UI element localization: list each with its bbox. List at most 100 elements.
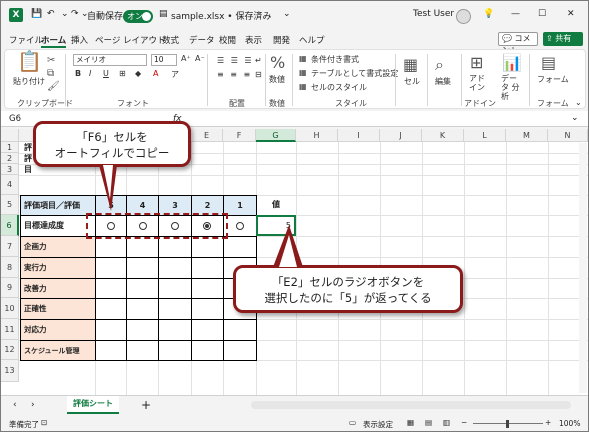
paste-icon[interactable]: 📋 — [17, 51, 42, 71]
align-left-icon[interactable]: ≡ ≡ ≡ — [217, 70, 252, 79]
sheet-tab-bar: ‹ › 評価シート + — [1, 395, 588, 417]
copy-icon[interactable]: ⧉ — [47, 67, 54, 81]
zoom-slider-thumb[interactable] — [506, 420, 509, 428]
display-settings-icon[interactable]: ▭ — [349, 418, 356, 427]
search-icon[interactable]: ⌕ — [435, 57, 444, 73]
bold-icon[interactable]: B — [75, 69, 81, 78]
close-icon[interactable]: ✕ — [567, 9, 575, 19]
callout-bottom-pointer — [273, 225, 303, 267]
data-analysis-icon[interactable]: 📊 — [502, 55, 522, 71]
zoom-out-icon[interactable]: − — [461, 418, 467, 427]
dropdown-icon[interactable]: ⌄ — [283, 9, 291, 19]
separator — [461, 54, 462, 106]
menu-review[interactable]: 校閲 — [219, 34, 236, 46]
separator — [395, 54, 396, 106]
add-sheet-icon[interactable]: + — [141, 398, 151, 412]
accessibility-icon[interactable]: ⊡ — [41, 418, 47, 427]
wrap-text-icon[interactable]: ↵ — [255, 56, 262, 65]
number-format-button[interactable]: 数値 — [269, 74, 285, 85]
zoom-level[interactable]: 100% — [559, 419, 580, 428]
lightbulb-icon[interactable]: 💡 — [483, 9, 494, 19]
form-group-label: フォーム — [537, 99, 569, 108]
prev-sheet-icon[interactable]: ‹ — [13, 400, 17, 410]
merge-icon[interactable]: ⊟ — [255, 70, 262, 79]
paste-button[interactable]: 貼り付け — [13, 76, 45, 87]
page-layout-icon[interactable]: ▤ — [425, 418, 432, 427]
share-button[interactable]: ⇪ 共有 — [543, 32, 583, 46]
table-format-button[interactable]: テーブルとして書式設定 — [311, 68, 398, 79]
toggle-knob-icon — [142, 12, 151, 21]
callout-top-line1: 「F6」セルを — [76, 130, 148, 144]
data-analysis-button[interactable]: データ 分析 — [501, 74, 523, 101]
maximize-icon[interactable]: ☐ — [538, 9, 546, 19]
menu-home[interactable]: ホーム — [41, 34, 67, 48]
percent-icon[interactable]: % — [270, 55, 285, 71]
undo-dropdown-icon[interactable]: ⌄ — [61, 9, 69, 19]
file-name[interactable]: sample.xlsx • 保存済み — [171, 9, 271, 22]
menu-view[interactable]: 表示 — [245, 34, 262, 46]
separator — [529, 54, 530, 106]
font-size-field[interactable]: 10 — [151, 54, 177, 66]
expand-formula-icon[interactable]: ⌄ — [571, 113, 579, 123]
menu-insert[interactable]: 挿入 — [71, 34, 88, 46]
italic-icon[interactable]: I — [89, 69, 91, 78]
styles-group-label: スタイル — [335, 99, 367, 108]
undo-icon[interactable]: ↶ — [47, 9, 55, 19]
display-settings[interactable]: 表示設定 — [363, 419, 393, 430]
minimize-icon[interactable]: — — [511, 9, 520, 19]
avatar[interactable] — [456, 9, 471, 24]
vertical-scrollbar[interactable] — [579, 143, 587, 393]
fill-color-icon[interactable]: ◆ — [135, 69, 141, 78]
user-name: Test User — [413, 9, 455, 19]
comment-button[interactable]: 💬 コメント — [498, 32, 538, 55]
ribbon-collapse-icon[interactable]: ⌄ — [575, 98, 582, 107]
align-group-label: 配置 — [229, 99, 245, 108]
save-icon[interactable]: 💾 — [31, 9, 42, 19]
autosave-toggle[interactable]: オン — [123, 10, 153, 23]
align-top-icon[interactable]: ☰ ☰ ☰ — [217, 56, 254, 65]
table-format-icon: ▦ — [299, 68, 307, 77]
menu-page-layout[interactable]: ページ レイアウト — [95, 34, 166, 46]
share-label: 共有 — [555, 34, 572, 43]
redo-icon[interactable]: ↷ — [71, 9, 79, 19]
format-painter-icon[interactable]: 🖌 — [47, 80, 60, 94]
name-box[interactable]: G6 — [9, 114, 21, 124]
next-sheet-icon[interactable]: › — [31, 400, 35, 410]
font-name-field[interactable]: メイリオ — [73, 54, 147, 66]
page-break-icon[interactable]: ▥ — [443, 418, 450, 427]
form-icon[interactable]: ▤ — [541, 55, 556, 71]
shrink-font-icon[interactable]: A⁻ — [195, 54, 205, 63]
addin-icon[interactable]: ⊞ — [470, 55, 483, 71]
phonetic-icon[interactable]: ア — [171, 69, 179, 80]
cell-style-button[interactable]: セルのスタイル — [311, 82, 367, 93]
cut-icon[interactable]: ✂ — [47, 54, 55, 68]
excel-logo-icon: X — [9, 8, 23, 22]
normal-view-icon[interactable]: ▦ — [407, 418, 414, 427]
edit-button[interactable]: 編集 — [435, 76, 451, 87]
sheet-tab-hyouka[interactable]: 評価シート — [67, 396, 119, 414]
font-color-icon[interactable]: A — [153, 69, 158, 78]
callout-top: 「F6」セルを オートフィルでコピー — [33, 121, 191, 167]
cells-icon[interactable]: ▦ — [403, 57, 418, 73]
menu-file[interactable]: ファイル — [9, 34, 43, 46]
menu-formulas[interactable]: 数式 — [162, 34, 179, 46]
number-group-label: 数値 — [269, 99, 285, 108]
separator — [427, 54, 428, 106]
ribbon: 📋 貼り付け ✂ ⧉ 🖌 クリップボード メイリオ 10 A⁺ A⁻ B I U… — [4, 49, 586, 109]
conditional-format-button[interactable]: 条件付き書式 — [311, 54, 359, 65]
horizontal-scrollbar[interactable] — [251, 401, 571, 409]
font-group-label: フォント — [117, 99, 149, 108]
underline-icon[interactable]: U — [103, 69, 109, 78]
cells-button[interactable]: セル — [404, 76, 420, 87]
separator — [265, 54, 266, 106]
form-button[interactable]: フォーム — [537, 74, 569, 85]
zoom-in-icon[interactable]: + — [545, 418, 551, 427]
menu-developer[interactable]: 開発 — [273, 34, 290, 46]
addin-button[interactable]: アド イン — [469, 74, 491, 92]
menu-help[interactable]: ヘルプ — [299, 34, 325, 46]
menu-data[interactable]: データ — [189, 34, 215, 46]
status-ready: 準備完了 — [9, 420, 39, 429]
border-icon[interactable]: ⊞ — [119, 69, 126, 78]
conditional-format-icon: ▦ — [299, 54, 307, 63]
grow-font-icon[interactable]: A⁺ — [181, 54, 191, 63]
